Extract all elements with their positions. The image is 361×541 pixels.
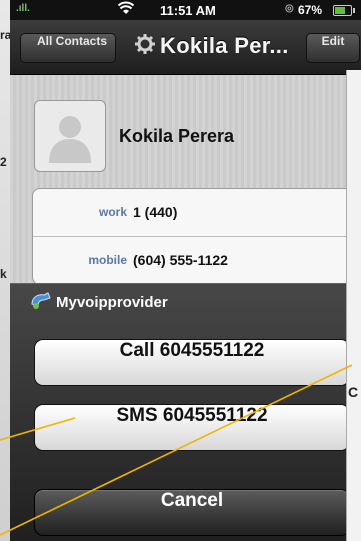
background-text-fragment: C (348, 384, 359, 400)
phone-label: work (98, 205, 127, 219)
sms-button[interactable]: SMS 6045551122 (34, 404, 350, 451)
all-contacts-back-button[interactable]: All Contacts (20, 33, 117, 63)
signal-bars-icon: .ıll. (16, 3, 30, 14)
phone-screen: .ıll. 11:51 AM ◎ 67% All Contacts Kokila… (10, 0, 361, 541)
gear-icon (135, 34, 155, 60)
battery-percent: 67% (298, 3, 323, 17)
voip-phone-icon (30, 292, 52, 310)
call-button[interactable]: Call 6045551122 (34, 339, 350, 386)
phone-label: mobile (88, 253, 127, 267)
background-right-panel (346, 70, 361, 541)
action-sheet: Myvoipprovider Call 6045551122 SMS 60455… (10, 283, 361, 541)
alarm-icon: ◎ (285, 3, 294, 14)
navigation-bar: All Contacts Kokila Per... Edit (10, 20, 361, 75)
phone-row-mobile[interactable]: mobile (604) 555-1122 (33, 237, 353, 284)
avatar[interactable] (34, 100, 106, 172)
phone-value: (604) 555-1122 (133, 252, 228, 268)
person-silhouette-icon (49, 116, 91, 163)
phone-numbers-card: work 1 (440) mobile (604) 555-1122 (32, 188, 354, 285)
status-bar: .ıll. 11:51 AM ◎ 67% (10, 0, 361, 20)
battery-icon (333, 5, 355, 16)
background-text-fragment: 2 (0, 155, 7, 169)
background-text-fragment: k (0, 267, 7, 281)
page-title: Kokila Per... (160, 33, 289, 58)
cancel-button[interactable]: Cancel (34, 489, 350, 536)
wifi-icon (117, 1, 135, 18)
phone-row-work[interactable]: work 1 (440) (33, 189, 353, 237)
contact-name: Kokila Perera (119, 126, 235, 146)
provider-name: Myvoipprovider (56, 294, 168, 311)
edit-button[interactable]: Edit (306, 33, 360, 63)
status-time: 11:51 AM (160, 3, 216, 18)
phone-value: 1 (440) (133, 204, 178, 220)
